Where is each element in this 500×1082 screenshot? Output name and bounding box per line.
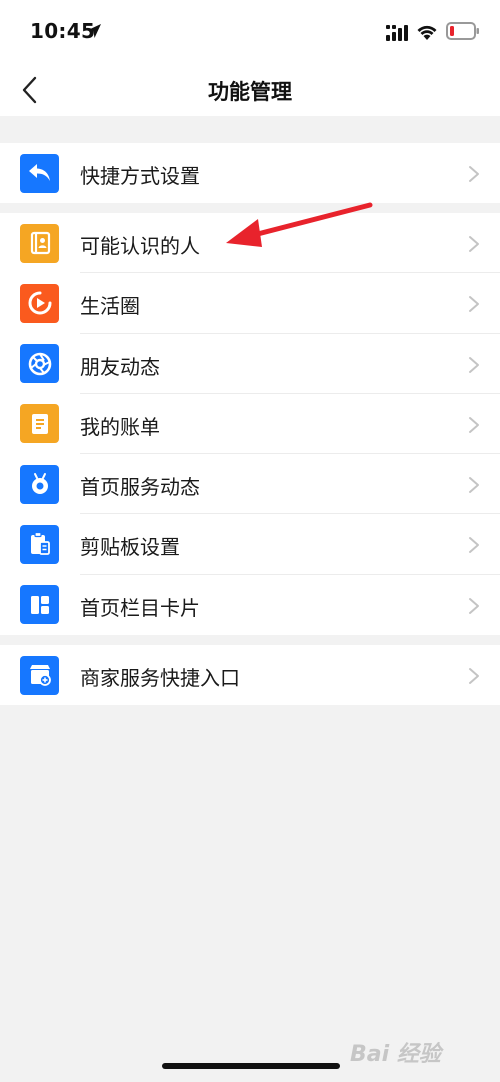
life-circle-play-icon (20, 283, 59, 323)
row-shortcut-settings[interactable]: 快捷方式设置 (0, 143, 500, 203)
row-life-circle[interactable]: 生活圈 (0, 273, 500, 334)
contacts-book-icon (20, 223, 59, 263)
row-label: 首页服务动态 (80, 475, 200, 500)
chevron-right-icon (469, 668, 479, 684)
chevron-right-icon (469, 356, 479, 373)
settings-group-features: 可能认识的人 生活圈 朋友动态 我的账单 首页服务动态 剪贴板设置 首页栏目卡片 (0, 213, 500, 636)
shortcut-reply-icon (20, 153, 59, 193)
settings-group-shortcuts: 快捷方式设置 (0, 143, 500, 204)
watermark: Bai 经验 (350, 1042, 441, 1067)
navigation-bar: 功能管理 (0, 64, 500, 116)
page-title: 功能管理 (208, 80, 292, 104)
chevron-right-icon (469, 537, 479, 554)
chevron-right-icon (469, 416, 479, 433)
row-label: 快捷方式设置 (80, 164, 200, 188)
home-indicator (162, 1063, 340, 1069)
row-clipboard-settings[interactable]: 剪贴板设置 (0, 514, 500, 575)
row-label: 剪贴板设置 (80, 535, 180, 560)
card-grid-icon (20, 585, 59, 625)
chevron-right-icon (469, 166, 479, 182)
chevron-right-icon (469, 597, 479, 614)
row-home-service-updates[interactable]: 首页服务动态 (0, 454, 500, 515)
row-label: 商家服务快捷入口 (80, 666, 240, 690)
row-friend-moments[interactable]: 朋友动态 (0, 334, 500, 394)
status-bar: 10:45 (0, 0, 500, 64)
row-my-bill[interactable]: 我的账单 (0, 394, 500, 455)
wifi-icon (417, 25, 437, 40)
row-merchant-service-shortcut[interactable]: 商家服务快捷入口 (0, 645, 500, 705)
merchant-store-icon (20, 655, 59, 695)
chevron-right-icon (469, 236, 479, 252)
chevron-right-icon (469, 477, 479, 494)
row-label: 朋友动态 (80, 354, 160, 379)
row-label: 生活圈 (80, 294, 140, 319)
cellular-signal-icon (386, 25, 408, 41)
battery-icon (446, 22, 479, 40)
row-label: 我的账单 (80, 414, 160, 439)
service-bot-icon (20, 464, 59, 504)
location-arrow-icon (87, 24, 101, 38)
row-home-column-cards[interactable]: 首页栏目卡片 (0, 575, 500, 635)
row-people-you-may-know[interactable]: 可能认识的人 (0, 213, 500, 274)
bill-icon (20, 404, 59, 444)
chevron-right-icon (469, 296, 479, 313)
row-label: 首页栏目卡片 (80, 595, 200, 620)
clipboard-icon (20, 524, 59, 564)
settings-group-merchant: 商家服务快捷入口 (0, 645, 500, 706)
row-label: 可能认识的人 (80, 234, 200, 258)
aperture-icon (20, 344, 59, 384)
